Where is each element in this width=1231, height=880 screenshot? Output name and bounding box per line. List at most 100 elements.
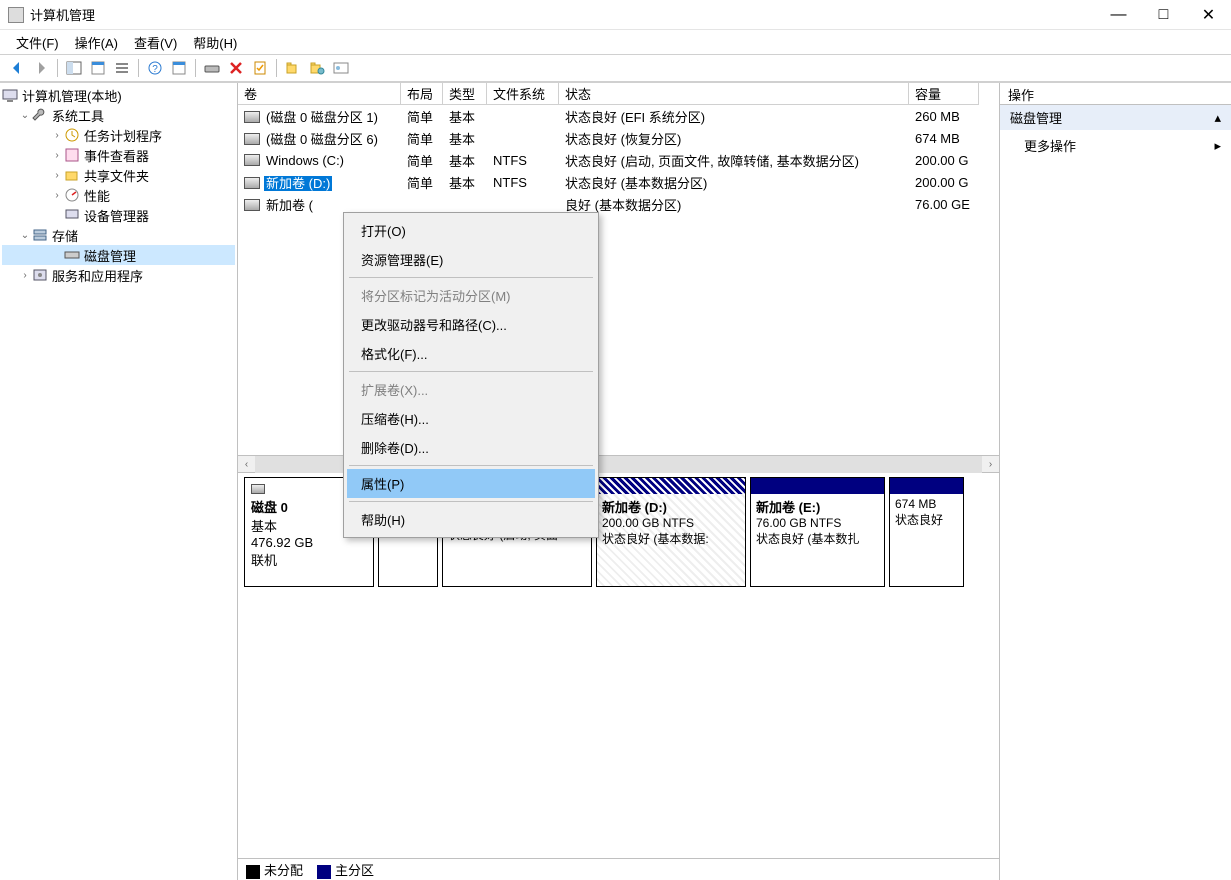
cell: 简单 <box>401 172 443 193</box>
col-volume[interactable]: 卷 <box>238 83 401 105</box>
expand-icon[interactable]: › <box>50 190 64 201</box>
ctx-change-letter[interactable]: 更改驱动器号和路径(C)... <box>347 310 595 339</box>
context-menu: 打开(O) 资源管理器(E) 将分区标记为活动分区(M) 更改驱动器号和路径(C… <box>343 212 599 538</box>
col-type[interactable]: 类型 <box>443 83 487 105</box>
expand-icon[interactable]: › <box>50 130 64 141</box>
tree-task-scheduler[interactable]: › 任务计划程序 <box>2 125 235 145</box>
tree-device-manager[interactable]: › 设备管理器 <box>2 205 235 225</box>
tree-services-apps[interactable]: › 服务和应用程序 <box>2 265 235 285</box>
tree-label: 存储 <box>52 226 78 245</box>
toolbar-button[interactable] <box>330 57 352 79</box>
tree-label: 服务和应用程序 <box>52 266 143 285</box>
cell: (磁盘 0 磁盘分区 6) <box>264 132 380 147</box>
close-button[interactable]: ✕ <box>1186 0 1231 30</box>
refresh-toolbar-button[interactable] <box>168 57 190 79</box>
cell: 基本 <box>443 106 487 127</box>
tree-system-tools[interactable]: ⌄ 系统工具 <box>2 105 235 125</box>
show-hide-tree-button[interactable] <box>63 57 85 79</box>
toolbar-button[interactable] <box>282 57 304 79</box>
table-row[interactable]: Windows (C:) 简单 基本 NTFS 状态良好 (启动, 页面文件, … <box>238 149 999 171</box>
detail-view-button[interactable] <box>111 57 133 79</box>
chevron-right-icon: ▸ <box>1214 138 1221 154</box>
scroll-right-button[interactable]: › <box>982 456 999 473</box>
tree-label: 设备管理器 <box>84 206 149 225</box>
minimize-button[interactable]: — <box>1096 0 1141 30</box>
actions-group-disk-mgmt[interactable]: 磁盘管理 ▴ <box>1000 105 1231 131</box>
back-button[interactable] <box>6 57 28 79</box>
ctx-shrink[interactable]: 压缩卷(H)... <box>347 404 595 433</box>
tree-event-viewer[interactable]: › 事件查看器 <box>2 145 235 165</box>
maximize-button[interactable]: □ <box>1141 0 1186 30</box>
menu-help[interactable]: 帮助(H) <box>185 31 245 54</box>
computer-icon <box>2 87 18 103</box>
col-filesystem[interactable]: 文件系统 <box>487 83 559 105</box>
table-row[interactable]: (磁盘 0 磁盘分区 1) 简单 基本 状态良好 (EFI 系统分区) 260 … <box>238 105 999 127</box>
storage-icon <box>32 227 48 243</box>
tree-disk-management[interactable]: › 磁盘管理 <box>2 245 235 265</box>
partition-size: 674 MB <box>895 497 936 511</box>
volume-icon <box>244 177 260 189</box>
forward-button[interactable] <box>30 57 52 79</box>
partition[interactable]: 674 MB 状态良好 <box>889 477 964 587</box>
menu-view[interactable]: 查看(V) <box>126 31 185 54</box>
menu-action[interactable]: 操作(A) <box>67 31 126 54</box>
table-row[interactable]: (磁盘 0 磁盘分区 6) 简单 基本 状态良好 (恢复分区) 674 MB <box>238 127 999 149</box>
expand-icon[interactable]: › <box>50 150 64 161</box>
toolbar-button[interactable] <box>306 57 328 79</box>
ctx-properties[interactable]: 属性(P) <box>347 469 595 498</box>
help-toolbar-button[interactable]: ? <box>144 57 166 79</box>
actions-item-label: 更多操作 <box>1024 136 1076 155</box>
disk-type: 基本 <box>251 519 277 534</box>
col-capacity[interactable]: 容量 <box>909 83 979 105</box>
tree-label: 磁盘管理 <box>84 246 136 265</box>
actions-header: 操作 <box>1000 83 1231 105</box>
cell <box>487 115 559 117</box>
toolbar-button[interactable] <box>249 57 271 79</box>
cell: 674 MB <box>909 130 979 147</box>
partition[interactable]: 新加卷 (E:) 76.00 GB NTFS 状态良好 (基本数扎 <box>750 477 885 587</box>
tree-shared-folders[interactable]: › 共享文件夹 <box>2 165 235 185</box>
col-layout[interactable]: 布局 <box>401 83 443 105</box>
expand-icon[interactable]: › <box>50 170 64 181</box>
clock-icon <box>64 127 80 143</box>
collapse-icon: ▴ <box>1214 110 1221 126</box>
cell: 基本 <box>443 128 487 149</box>
cell: 新加卷 (D:) <box>264 176 332 191</box>
separator <box>349 465 593 466</box>
scroll-left-button[interactable]: ‹ <box>238 456 255 473</box>
table-header: 卷 布局 类型 文件系统 状态 容量 <box>238 83 999 105</box>
partition-header <box>751 478 884 494</box>
partition-size: 76.00 GB NTFS <box>756 516 841 530</box>
ctx-explorer[interactable]: 资源管理器(E) <box>347 245 595 274</box>
tree-storage[interactable]: ⌄ 存储 <box>2 225 235 245</box>
ctx-mark-active: 将分区标记为活动分区(M) <box>347 281 595 310</box>
ctx-extend: 扩展卷(X)... <box>347 375 595 404</box>
cell: 260 MB <box>909 108 979 125</box>
delete-toolbar-button[interactable] <box>225 57 247 79</box>
cell: 新加卷 ( <box>264 198 315 213</box>
table-row[interactable]: 新加卷 (D:) 简单 基本 NTFS 状态良好 (基本数据分区) 200.00… <box>238 171 999 193</box>
actions-more[interactable]: 更多操作 ▸ <box>1000 131 1231 160</box>
cell: 状态良好 (基本数据分区) <box>559 172 909 193</box>
partition-selected[interactable]: 新加卷 (D:) 200.00 GB NTFS 状态良好 (基本数据: <box>596 477 746 587</box>
disk-size: 476.92 GB <box>251 535 313 550</box>
expand-icon[interactable]: › <box>18 270 32 281</box>
menu-file[interactable]: 文件(F) <box>8 31 67 54</box>
ctx-help[interactable]: 帮助(H) <box>347 505 595 534</box>
cell: 简单 <box>401 150 443 171</box>
ctx-open[interactable]: 打开(O) <box>347 216 595 245</box>
toolbar-button[interactable] <box>201 57 223 79</box>
cell <box>487 137 559 139</box>
col-status[interactable]: 状态 <box>559 83 909 105</box>
tree-root[interactable]: 计算机管理(本地) <box>2 85 235 105</box>
collapse-icon[interactable]: ⌄ <box>18 110 32 121</box>
tree-performance[interactable]: › 性能 <box>2 185 235 205</box>
collapse-icon[interactable]: ⌄ <box>18 230 32 241</box>
properties-toolbar-button[interactable] <box>87 57 109 79</box>
separator <box>195 59 196 77</box>
ctx-delete[interactable]: 删除卷(D)... <box>347 433 595 462</box>
cell: 76.00 GE <box>909 196 979 213</box>
window-buttons: — □ ✕ <box>1096 0 1231 30</box>
ctx-format[interactable]: 格式化(F)... <box>347 339 595 368</box>
tree-label: 共享文件夹 <box>84 166 149 185</box>
